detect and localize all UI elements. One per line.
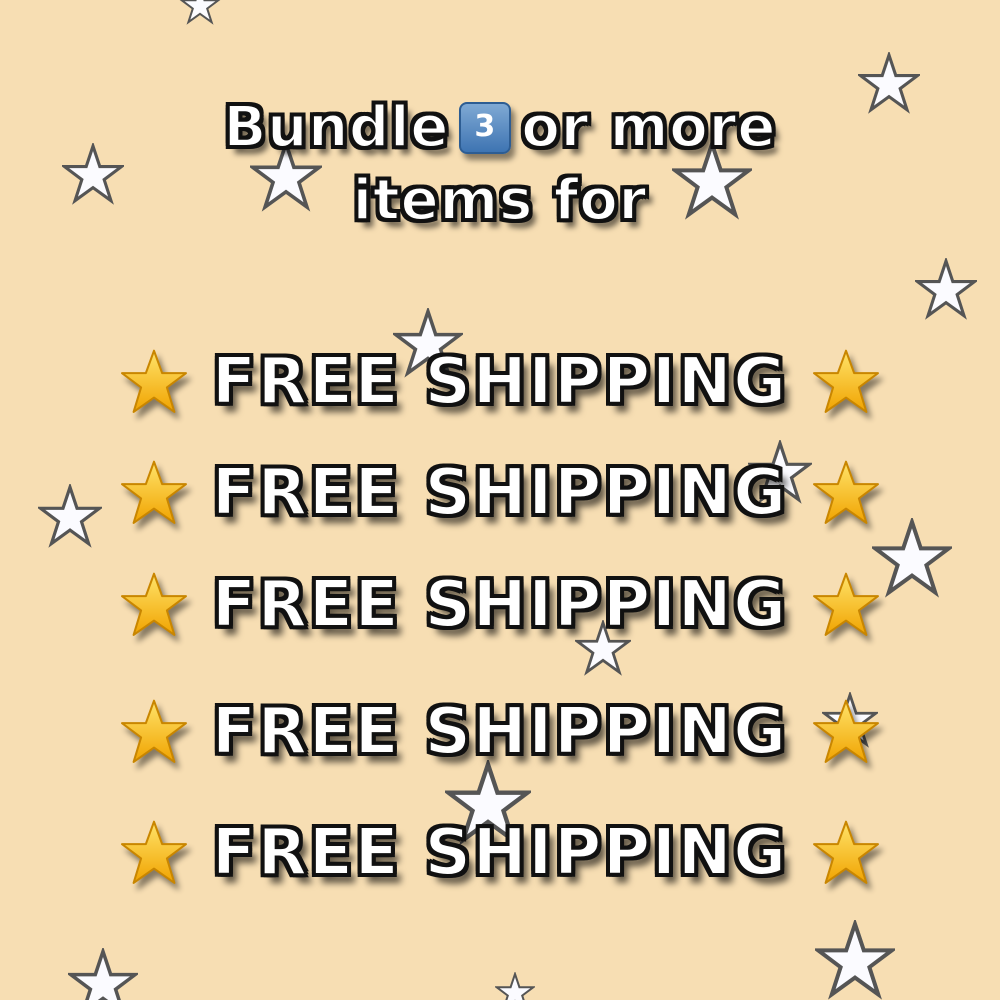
background-star-icon: [915, 258, 977, 320]
gold-star-icon: [121, 572, 188, 636]
free-shipping-label: FREE SHIPPING: [211, 455, 788, 531]
headline-or-more-text: or more: [520, 94, 777, 161]
free-shipping-label: FREE SHIPPING: [211, 344, 788, 420]
headline-line-2: items for: [352, 167, 648, 234]
promo-graphic: Bundle 3 or more items for FREE SHIPPING F…: [0, 0, 1000, 1000]
background-star-icon: [68, 948, 138, 1000]
background-star-icon: [815, 920, 895, 1000]
background-star-icon: [179, 0, 221, 25]
offer-row: FREE SHIPPING: [0, 687, 1000, 777]
gold-star-icon: [812, 572, 879, 636]
keycap-number-icon: 3: [459, 101, 512, 154]
headline-line-1: Bundle 3 or more: [0, 94, 1000, 161]
offer-row: FREE SHIPPING: [0, 337, 1000, 427]
gold-star-icon: [121, 460, 188, 524]
offer-row: FREE SHIPPING: [0, 560, 1000, 650]
gold-star-icon: [812, 349, 879, 413]
gold-star-icon: [121, 820, 188, 884]
gold-star-icon: [812, 699, 879, 763]
gold-star-icon: [121, 699, 188, 763]
headline-bundle-text: Bundle: [223, 94, 450, 161]
background-star-icon: [495, 972, 535, 1000]
free-shipping-label: FREE SHIPPING: [211, 694, 788, 770]
offer-row: FREE SHIPPING: [0, 448, 1000, 538]
gold-star-icon: [121, 349, 188, 413]
offer-row: FREE SHIPPING: [0, 808, 1000, 898]
free-shipping-label: FREE SHIPPING: [211, 815, 788, 891]
gold-star-icon: [812, 460, 879, 524]
free-shipping-label: FREE SHIPPING: [211, 567, 788, 643]
gold-star-icon: [812, 820, 879, 884]
